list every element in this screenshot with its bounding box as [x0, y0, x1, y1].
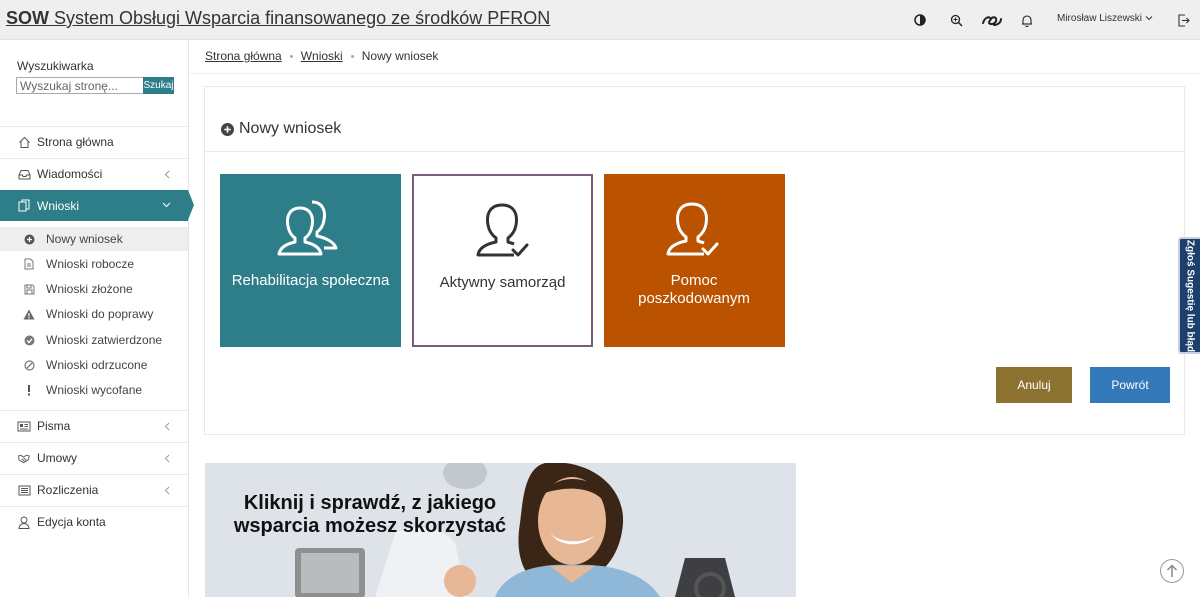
- sidebar-item-letters[interactable]: Pisma: [0, 410, 189, 441]
- sidebar-subitem-approved[interactable]: Wnioski zatwierdzone: [0, 328, 188, 352]
- back-button[interactable]: Powrót: [1090, 367, 1170, 403]
- user-check-icon: [414, 199, 595, 269]
- breadcrumb: Strona główna Wnioski Nowy wniosek: [205, 49, 438, 63]
- sidebar-item-settlements[interactable]: Rozliczenia: [0, 474, 189, 505]
- top-bar: SOW System Obsługi Wsparcia finansowaneg…: [0, 0, 1200, 40]
- sidebar-item-label: Rozliczenia: [37, 483, 99, 497]
- chevron-left-icon: [161, 484, 173, 496]
- tile-social-rehabilitation[interactable]: Rehabilitacja społeczna: [220, 174, 401, 347]
- tile-aid-for-injured[interactable]: Pomoc poszkodowanym: [604, 174, 785, 347]
- scroll-top-button[interactable]: [1160, 559, 1184, 583]
- plus-circle-icon: [221, 122, 234, 136]
- search-label: Wyszukiwarka: [17, 59, 94, 73]
- newspaper-icon: [17, 419, 31, 433]
- breadcrumb-divider: [189, 73, 1200, 74]
- sidebar-subitem-withdrawn[interactable]: Wnioski wycofane: [0, 378, 188, 402]
- sidebar: Wyszukiwarka Szukaj Strona główna Wiadom…: [0, 40, 194, 597]
- page-title: Nowy wniosek: [221, 120, 341, 138]
- feedback-tab-label: Zgłoś Sugestię lub błąd: [1184, 239, 1196, 352]
- sidebar-subitem-drafts[interactable]: Wnioski robocze: [0, 252, 188, 276]
- user-menu[interactable]: Mirosław Liszewski: [1057, 13, 1153, 24]
- user-icon: [17, 515, 31, 529]
- sidebar-item-account[interactable]: Edycja konta: [0, 506, 189, 537]
- tile-label: Pomoc poszkodowanym: [638, 272, 750, 307]
- search-button[interactable]: Szukaj: [143, 77, 174, 94]
- app-title[interactable]: SOW System Obsługi Wsparcia finansowaneg…: [6, 8, 550, 29]
- sidebar-subitem-label: Wnioski odrzucone: [46, 358, 148, 372]
- sidebar-item-label: Wnioski: [37, 198, 80, 213]
- sidebar-subitem-label: Wnioski do poprawy: [46, 307, 154, 321]
- cancel-button[interactable]: Anuluj: [996, 367, 1072, 403]
- banner-text-line1: Kliknij i sprawdź, z jakiego: [243, 492, 497, 514]
- ban-icon: [23, 359, 35, 371]
- home-icon: [17, 135, 31, 149]
- sidebar-item-label: Wiadomości: [37, 167, 103, 181]
- logout-icon[interactable]: [1175, 12, 1191, 28]
- chevron-down-icon: [160, 199, 172, 211]
- bell-icon[interactable]: [1019, 12, 1035, 28]
- sidebar-subitem-rejected[interactable]: Wnioski odrzucone: [0, 353, 188, 377]
- file-icon: [23, 258, 35, 270]
- exclamation-icon: [23, 384, 35, 396]
- sidebar-item-label: Strona główna: [37, 135, 114, 149]
- warning-icon: [23, 308, 35, 320]
- contrast-icon[interactable]: [912, 12, 928, 28]
- sidebar-subitem-label: Nowy wniosek: [46, 232, 123, 246]
- save-icon: [23, 283, 35, 295]
- sidebar-subitem-label: Wnioski zatwierdzone: [46, 333, 163, 347]
- feedback-tab[interactable]: Zgłoś Sugestię lub błąd: [1178, 237, 1200, 354]
- chevron-left-icon: [161, 168, 173, 180]
- user-check-icon: [604, 198, 785, 268]
- sidebar-subitem-label: Wnioski złożone: [46, 282, 133, 296]
- handshake-icon: [17, 451, 31, 465]
- user-name: Mirosław Liszewski: [1057, 13, 1143, 24]
- chevron-down-icon: [1145, 13, 1153, 24]
- breadcrumb-separator: [350, 54, 354, 58]
- documents-icon: [17, 199, 31, 213]
- breadcrumb-home[interactable]: Strona główna: [205, 49, 282, 63]
- sidebar-subitem-new[interactable]: Nowy wniosek: [0, 227, 188, 251]
- tile-label: Rehabilitacja społeczna: [231, 272, 390, 289]
- sidebar-item-label: Umowy: [37, 451, 78, 465]
- arrow-up-icon: [1166, 564, 1178, 577]
- app-brand: SOW: [6, 8, 49, 28]
- sidebar-item-applications[interactable]: Wnioski: [0, 190, 194, 221]
- sidebar-item-messages[interactable]: Wiadomości: [0, 158, 189, 189]
- list-icon: [17, 483, 31, 497]
- breadcrumb-current: Nowy wniosek: [361, 49, 439, 63]
- search-input[interactable]: [16, 77, 143, 94]
- chevron-left-icon: [161, 452, 173, 464]
- sidebar-item-label: Pisma: [37, 419, 71, 433]
- banner-text-line2: wsparcia możesz skorzystać: [233, 515, 507, 537]
- chevron-left-icon: [161, 420, 173, 432]
- panel-divider: [205, 151, 1184, 152]
- promo-banner[interactable]: Kliknij i sprawdź, z jakiego wsparcia mo…: [205, 463, 796, 597]
- sign-language-icon[interactable]: [981, 12, 1003, 28]
- users-icon: [220, 198, 401, 268]
- plus-circle-icon: [23, 233, 35, 245]
- sidebar-subitem-submitted[interactable]: Wnioski złożone: [0, 277, 188, 301]
- zoom-icon[interactable]: [948, 12, 964, 28]
- sidebar-subitem-label: Wnioski robocze: [46, 257, 135, 271]
- page-title-text: Nowy wniosek: [239, 120, 342, 137]
- check-circle-icon: [23, 334, 35, 346]
- sidebar-item-contracts[interactable]: Umowy: [0, 442, 189, 473]
- sidebar-item-label: Edycja konta: [37, 515, 106, 529]
- tile-active-government[interactable]: Aktywny samorząd: [412, 174, 593, 347]
- tile-label: Aktywny samorząd: [439, 274, 566, 291]
- breadcrumb-section[interactable]: Wnioski: [301, 49, 343, 63]
- sidebar-subitem-to-fix[interactable]: Wnioski do poprawy: [0, 302, 188, 326]
- app-title-text: System Obsługi Wsparcia finansowanego ze…: [54, 8, 551, 28]
- inbox-icon: [17, 167, 31, 181]
- sidebar-subitem-label: Wnioski wycofane: [46, 383, 143, 397]
- sidebar-item-home[interactable]: Strona główna: [0, 126, 189, 157]
- breadcrumb-separator: [289, 54, 293, 58]
